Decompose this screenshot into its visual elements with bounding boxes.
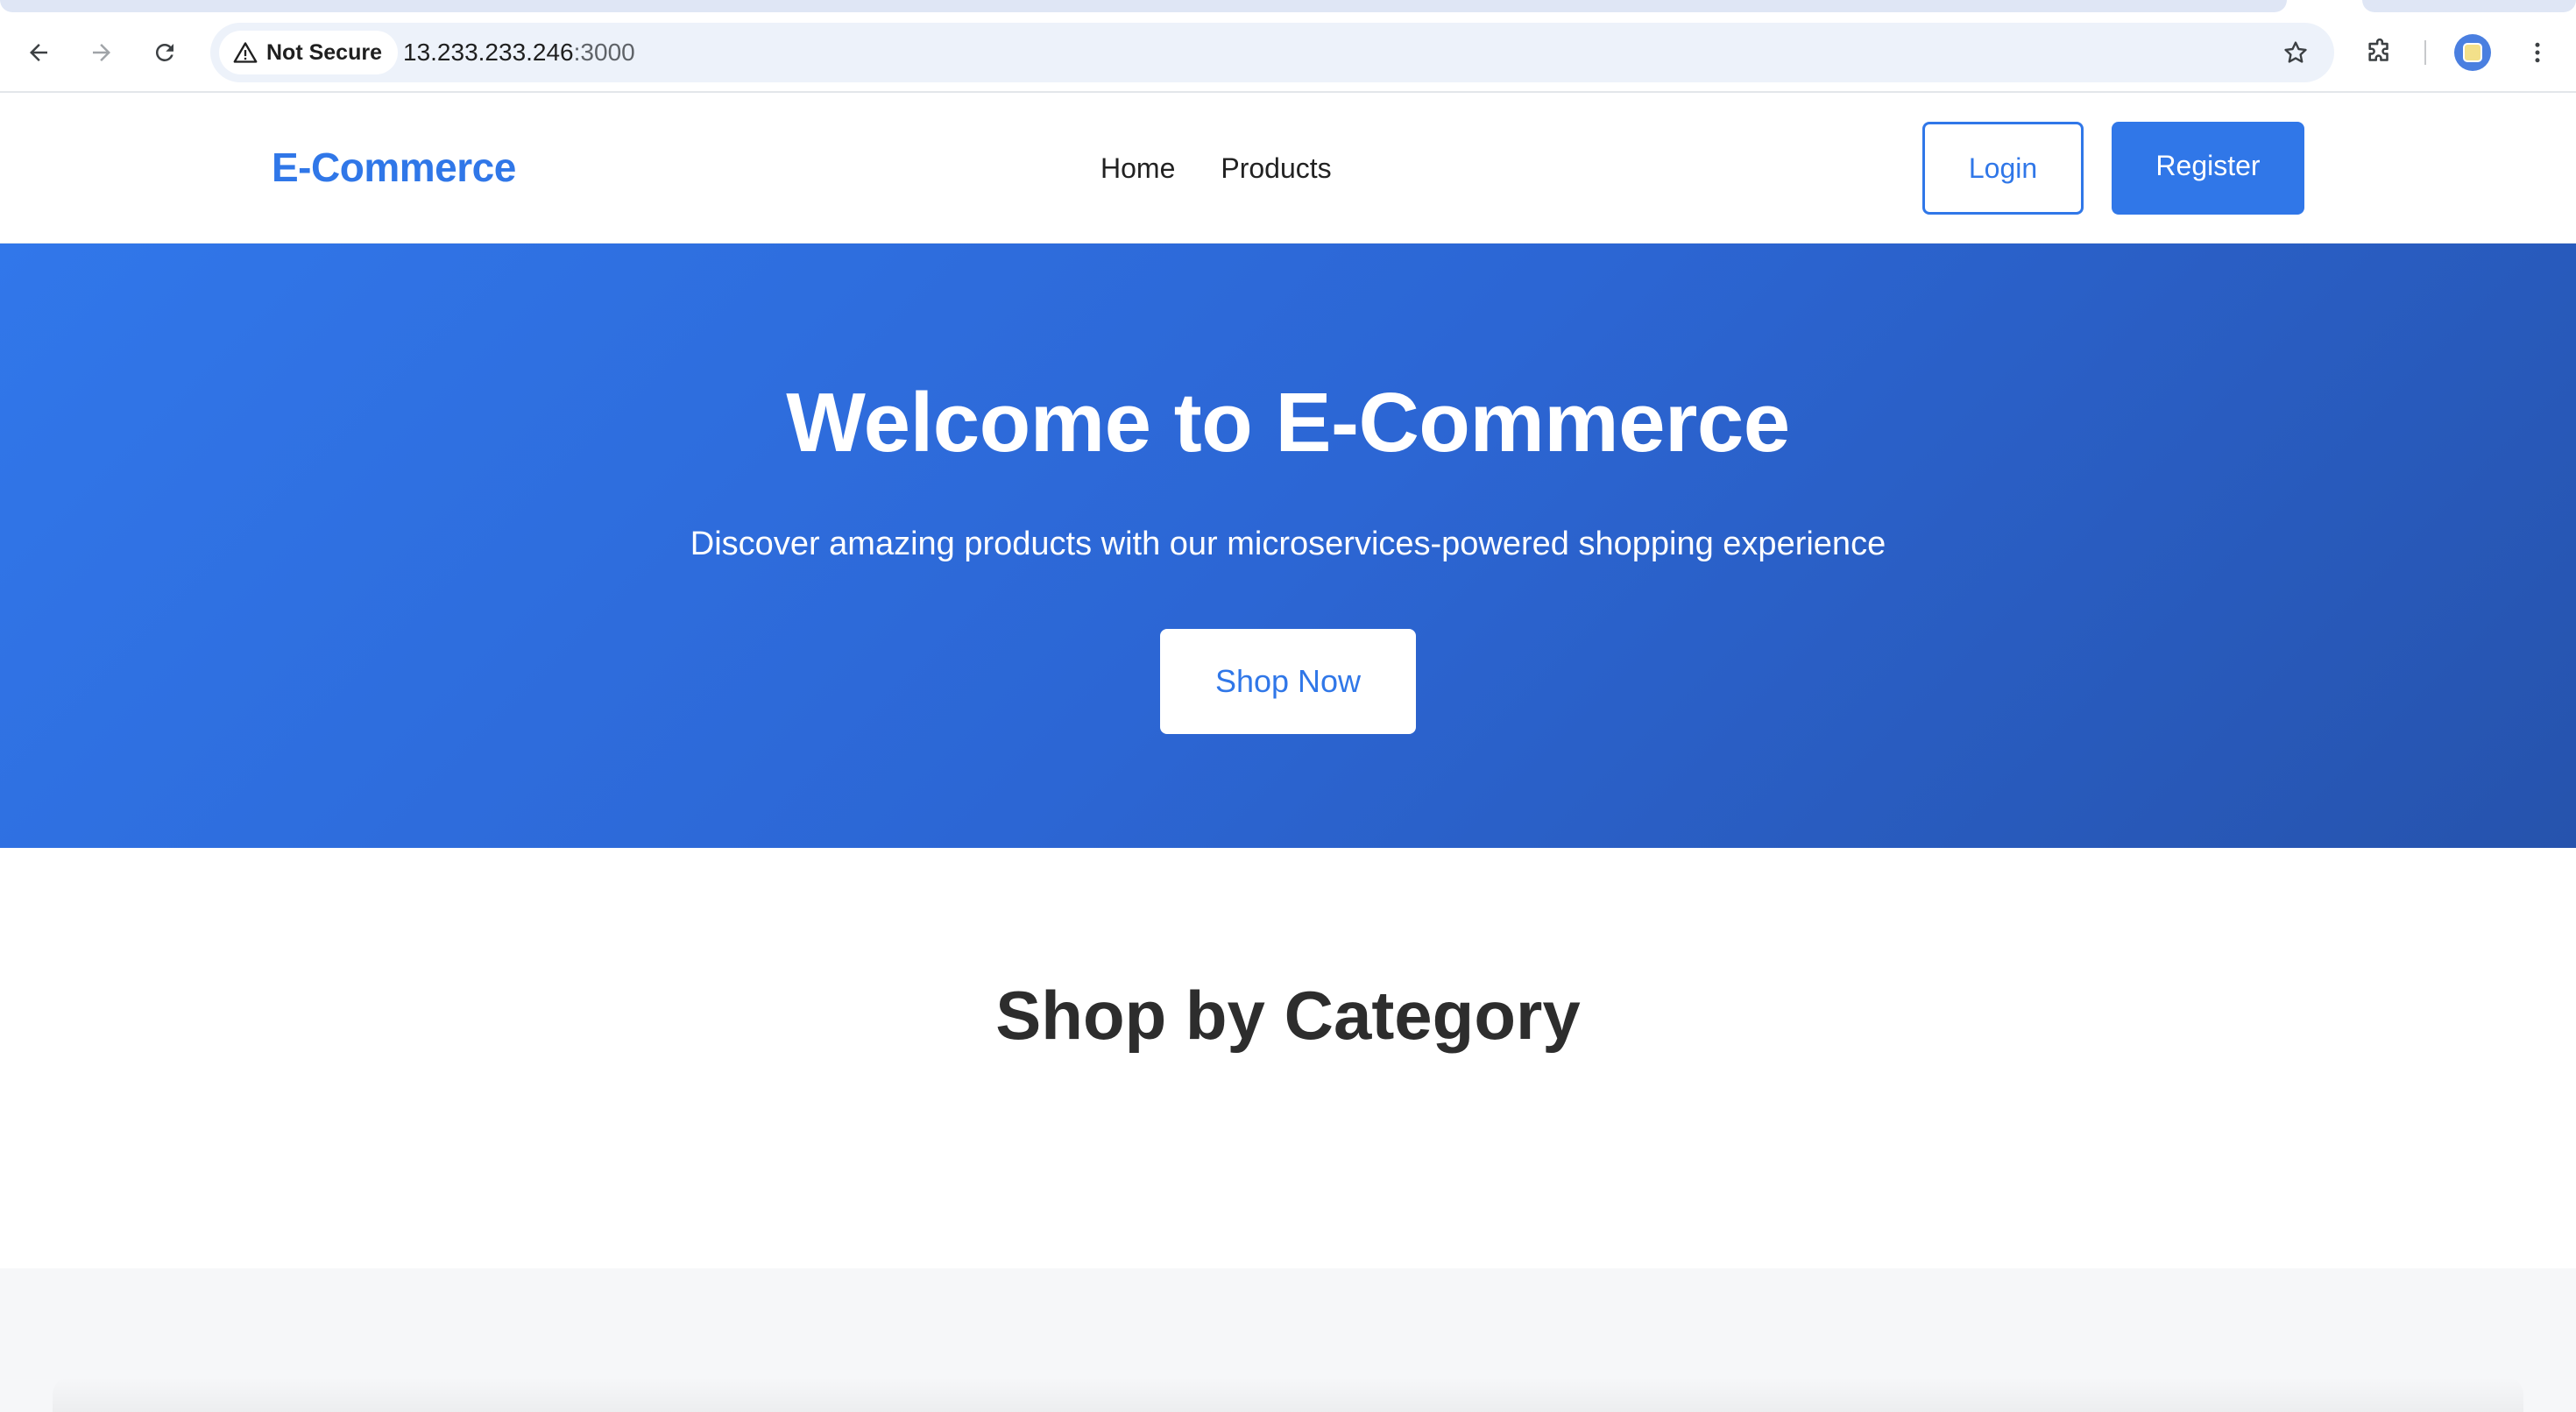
- url-port: :3000: [573, 39, 635, 66]
- register-button[interactable]: Register: [2112, 122, 2304, 215]
- card-shadow: [53, 1377, 2523, 1412]
- url-text[interactable]: 13.233.233.246:3000: [403, 23, 635, 82]
- category-section: Shop by Category: [0, 848, 2576, 1268]
- main-nav: Home Products: [1100, 152, 1332, 185]
- next-section-band: [0, 1268, 2576, 1412]
- forward-button[interactable]: [77, 28, 126, 77]
- puzzle-icon: [2368, 38, 2388, 61]
- url-host: 13.233.233.246: [403, 39, 574, 66]
- bookmark-button[interactable]: [2275, 32, 2317, 74]
- hero-title: Welcome to E-Commerce: [786, 376, 1790, 469]
- address-bar[interactable]: Not Secure 13.233.233.246:3000: [210, 23, 2334, 82]
- brand-logo[interactable]: E-Commerce: [272, 144, 516, 191]
- login-button[interactable]: Login: [1922, 122, 2084, 215]
- reload-icon: [155, 43, 173, 61]
- back-arrow-icon: [30, 44, 47, 61]
- reload-button[interactable]: [140, 28, 189, 77]
- security-indicator[interactable]: Not Secure: [219, 31, 398, 74]
- shop-now-button[interactable]: Shop Now: [1160, 629, 1416, 734]
- back-button[interactable]: [14, 28, 63, 77]
- forward-arrow-icon: [93, 44, 110, 61]
- nav-products-link[interactable]: Products: [1221, 152, 1331, 185]
- star-icon: [2284, 41, 2307, 63]
- security-label: Not Secure: [266, 39, 382, 65]
- avatar-image: [2463, 43, 2482, 62]
- hero-banner: Welcome to E-Commerce Discover amazing p…: [0, 244, 2576, 848]
- warning-icon: [233, 42, 258, 63]
- avatar: [2454, 34, 2491, 71]
- extensions-button[interactable]: [2355, 28, 2404, 77]
- browser-tabstrip: [0, 0, 2576, 12]
- browser-menu-button[interactable]: [2513, 28, 2562, 77]
- category-section-title: Shop by Category: [995, 977, 1581, 1054]
- site-header: E-Commerce Home Products Login Register: [0, 93, 2576, 244]
- browser-toolbar: Not Secure 13.233.233.246:3000: [0, 12, 2576, 93]
- active-tab-edge[interactable]: [0, 0, 2287, 12]
- profile-button[interactable]: [2448, 28, 2497, 77]
- toolbar-separator: [2424, 40, 2426, 65]
- nav-home-link[interactable]: Home: [1100, 152, 1175, 185]
- hero-subtitle: Discover amazing products with our micro…: [690, 526, 1886, 562]
- more-vert-icon: [2535, 42, 2540, 63]
- inactive-tab-edge[interactable]: [2362, 0, 2576, 12]
